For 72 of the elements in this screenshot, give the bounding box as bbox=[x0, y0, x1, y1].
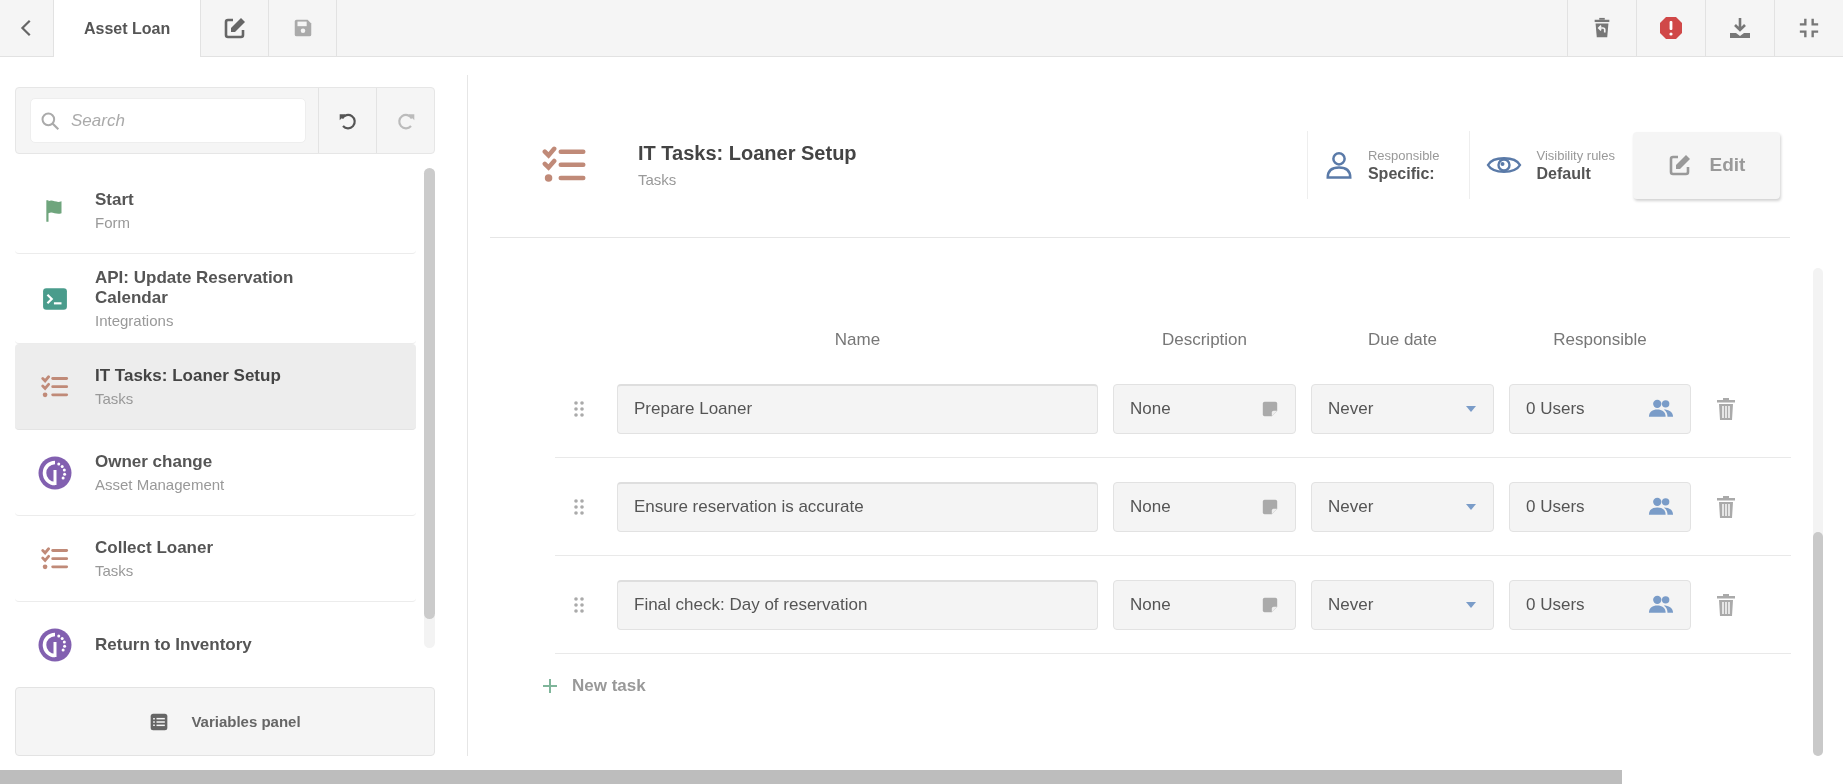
step-title: Owner change bbox=[95, 452, 214, 472]
users-icon bbox=[1648, 595, 1674, 614]
users-icon bbox=[1648, 399, 1674, 418]
search-field[interactable]: Search bbox=[30, 98, 306, 143]
list-icon bbox=[149, 711, 170, 732]
scrollbar-thumb[interactable] bbox=[1813, 531, 1823, 756]
due-date-dropdown[interactable]: Never bbox=[1311, 579, 1494, 630]
due-date-dropdown[interactable]: Never bbox=[1311, 481, 1494, 532]
column-header: Description bbox=[1160, 330, 1248, 350]
search-icon bbox=[40, 111, 60, 131]
download-icon bbox=[1728, 16, 1752, 40]
column-header: Name bbox=[833, 330, 882, 350]
step-type: Tasks bbox=[95, 390, 135, 407]
task-name-field[interactable]: Final check: Day of reservation bbox=[617, 579, 1098, 630]
responsible-field[interactable]: 0 Users bbox=[1509, 383, 1691, 434]
horizontal-scrollbar[interactable] bbox=[0, 770, 1622, 784]
compress-icon bbox=[1798, 17, 1820, 39]
workflow-step[interactable]: Collect Loaner Tasks bbox=[15, 516, 416, 602]
person-icon bbox=[1323, 150, 1354, 180]
step-title: Collect Loaner bbox=[95, 538, 214, 558]
pencil-square-icon bbox=[222, 16, 247, 40]
pencil-square-icon bbox=[1667, 153, 1692, 177]
trash-icon bbox=[1716, 592, 1736, 617]
note-icon bbox=[1261, 399, 1279, 418]
description-field[interactable]: None bbox=[1113, 579, 1296, 630]
responsible-field[interactable]: 0 Users bbox=[1509, 481, 1691, 532]
step-type: Asset Management bbox=[95, 476, 225, 493]
workflow-step[interactable]: Owner change Asset Management bbox=[15, 430, 416, 516]
step-type: Form bbox=[95, 214, 131, 231]
responsible-label: Responsible bbox=[1367, 147, 1440, 163]
circular-logo-icon bbox=[37, 454, 73, 491]
note-icon bbox=[1261, 595, 1279, 614]
step-title: Start bbox=[95, 190, 134, 210]
step-title: IT Tasks: Loaner Setup bbox=[638, 142, 858, 165]
step-type: Tasks bbox=[638, 171, 678, 188]
caret-down-icon bbox=[1465, 502, 1477, 511]
due-date-dropdown[interactable]: Never bbox=[1311, 383, 1494, 434]
plus-icon bbox=[542, 678, 558, 694]
column-header: Due date bbox=[1367, 330, 1438, 350]
circular-logo-icon bbox=[37, 626, 73, 663]
responsible-value: Specific: bbox=[1367, 164, 1436, 183]
step-type: Integrations bbox=[95, 312, 175, 329]
caret-down-icon bbox=[1465, 600, 1477, 609]
drag-handle-icon[interactable] bbox=[573, 596, 584, 613]
step-title: API: Update Reservation Calendar bbox=[95, 268, 295, 308]
trash-icon bbox=[1716, 494, 1736, 519]
workflow-step[interactable]: IT Tasks: Loaner Setup Tasks bbox=[15, 344, 416, 430]
description-field[interactable]: None bbox=[1113, 383, 1296, 434]
responsible-field[interactable]: 0 Users bbox=[1509, 579, 1691, 630]
column-header: Responsible bbox=[1552, 330, 1648, 350]
checklist-icon bbox=[41, 374, 69, 399]
step-title: Return to Inventory bbox=[95, 634, 252, 655]
users-icon bbox=[1648, 497, 1674, 516]
document-tab[interactable]: Asset Loan bbox=[54, 0, 202, 57]
note-icon bbox=[1261, 497, 1279, 516]
description-field[interactable]: None bbox=[1113, 481, 1296, 532]
workflow-step[interactable]: Start Form bbox=[15, 168, 416, 254]
trash-icon bbox=[1716, 396, 1736, 421]
checklist-icon bbox=[41, 546, 69, 571]
caret-down-icon bbox=[1465, 404, 1477, 413]
checklist-icon bbox=[541, 146, 587, 184]
visibility-label: Visibility rules bbox=[1536, 147, 1615, 163]
drag-handle-icon[interactable] bbox=[573, 400, 584, 417]
step-title: IT Tasks: Loaner Setup bbox=[95, 366, 281, 386]
step-type: Tasks bbox=[95, 562, 135, 579]
error-octagon-icon bbox=[1659, 16, 1683, 40]
visibility-value: Default bbox=[1536, 164, 1592, 183]
task-name-field[interactable]: Prepare Loaner bbox=[617, 383, 1098, 434]
drag-handle-icon[interactable] bbox=[573, 498, 584, 515]
terminal-icon bbox=[42, 285, 68, 312]
task-name-field[interactable]: Ensure reservation is accurate bbox=[617, 481, 1098, 532]
variables-panel-button[interactable]: Variables panel bbox=[15, 687, 435, 756]
